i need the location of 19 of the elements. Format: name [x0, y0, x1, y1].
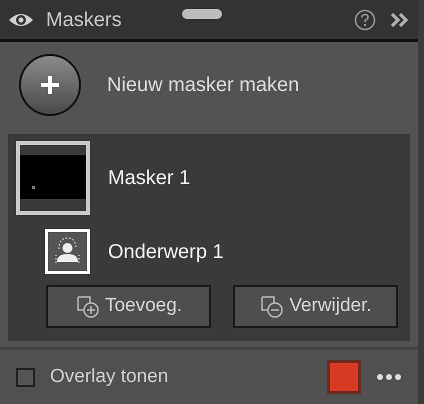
- shape-subtract-icon: [259, 294, 286, 320]
- remove-button[interactable]: Verwijder.: [233, 285, 398, 328]
- add-button[interactable]: Toevoeg.: [46, 285, 211, 328]
- mask-thumbnail[interactable]: [16, 141, 90, 215]
- overlay-color-swatch[interactable]: [327, 360, 361, 394]
- more-icon[interactable]: [376, 373, 402, 381]
- eye-icon[interactable]: [8, 12, 34, 28]
- drag-handle[interactable]: [182, 9, 222, 19]
- overlay-checkbox[interactable]: [16, 368, 35, 386]
- shape-add-icon: [74, 294, 101, 320]
- overlay-label[interactable]: Overlay tonen: [50, 362, 168, 392]
- help-icon[interactable]: [354, 8, 376, 30]
- new-mask-label[interactable]: Nieuw masker maken: [107, 70, 300, 100]
- mask-name[interactable]: Masker 1: [108, 163, 190, 193]
- plus-icon: [40, 75, 60, 95]
- panel-title: Maskers: [46, 8, 122, 32]
- collapse-icon[interactable]: [390, 12, 410, 28]
- subject-thumbnail[interactable]: [45, 229, 90, 274]
- subject-name[interactable]: Onderwerp 1: [108, 236, 224, 266]
